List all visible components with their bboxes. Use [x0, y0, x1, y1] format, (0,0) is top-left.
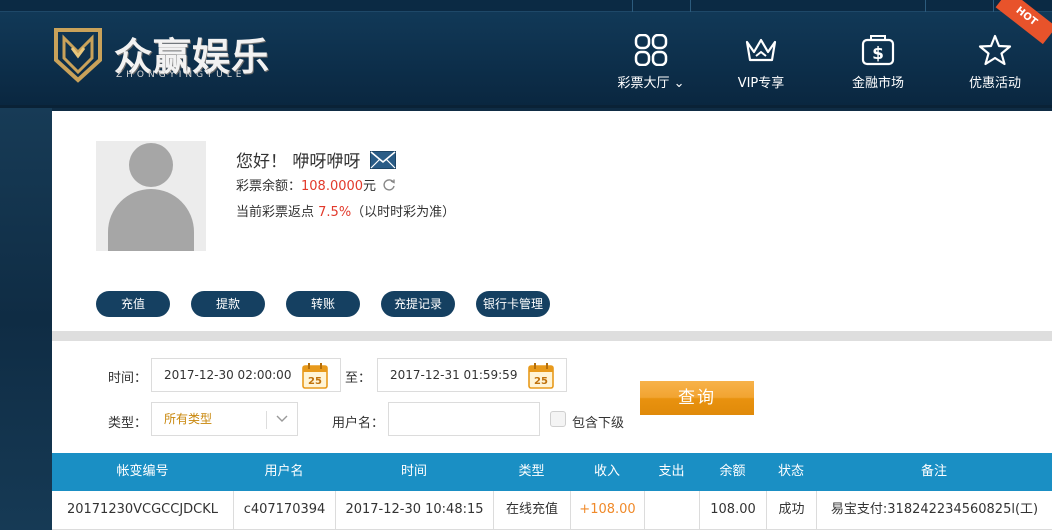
cell-type: 在线充值	[493, 491, 570, 530]
avatar	[96, 141, 206, 251]
transfer-button[interactable]: 转账	[286, 291, 360, 317]
table-row[interactable]: 20171230VCGCCJDCKL c407170394 2017-12-30…	[52, 491, 1052, 530]
query-button[interactable]: 查询	[640, 381, 754, 415]
rebate-label: 当前彩票返点	[236, 205, 319, 220]
divider	[632, 0, 633, 12]
cell-balance: 108.00	[699, 491, 766, 530]
section-divider	[52, 331, 1052, 341]
nav-vip[interactable]: VIP专享	[706, 30, 816, 98]
grid-icon	[634, 34, 668, 66]
cell-username: c407170394	[233, 491, 335, 530]
filter-panel: 时间： 2017-12-30 02:00:00 25 至： 2017-12-31…	[52, 341, 1052, 453]
left-background	[0, 108, 52, 530]
table-header: 帐变编号 用户名 时间 类型 收入 支出 余额 状态 备注	[52, 453, 1052, 491]
refresh-icon[interactable]	[382, 178, 396, 192]
calendar-icon[interactable]: 25	[528, 363, 554, 389]
nav-label: 优惠活动	[968, 76, 1021, 91]
mail-icon[interactable]	[369, 151, 396, 169]
header-top-strip	[0, 0, 1052, 12]
rebate-info: 当前彩票返点 7.5%（以时时彩为准）	[236, 201, 455, 220]
divider	[925, 0, 926, 12]
column-header: 备注	[920, 464, 947, 479]
greeting: 您好！ 咿呀咿呀	[236, 147, 396, 172]
hot-corner: HOT	[992, 0, 1052, 60]
balance-value: 108.0000	[301, 179, 364, 194]
rebate-value: 7.5%	[318, 205, 352, 220]
balance-label: 彩票余额：	[236, 179, 302, 194]
column-header: 时间	[400, 464, 427, 479]
nav-label: 彩票大厅	[617, 76, 670, 91]
cell-transaction-id: 20171230VCGCCJDCKL	[52, 491, 233, 530]
nav-label: VIP专享	[737, 76, 785, 91]
logo-shield-icon	[54, 28, 102, 83]
rebate-note: （以时时彩为准）	[351, 205, 456, 220]
lottery-balance: 彩票余额：108.0000元	[236, 175, 396, 194]
time-label: 时间：	[108, 371, 148, 386]
deposit-button[interactable]: 充值	[96, 291, 170, 317]
include-subordinates-checkbox[interactable]	[550, 411, 566, 427]
cell-remark: 易宝支付:318242234560825l(工)	[816, 491, 1052, 530]
calendar-icon[interactable]: 25	[302, 363, 328, 389]
greeting-text: 您好！ 咿呀咿呀	[236, 152, 361, 172]
calendar-day: 25	[308, 376, 322, 387]
start-time-value: 2017-12-30 02:00:00	[164, 368, 292, 382]
start-time-field[interactable]: 2017-12-30 02:00:00 25	[151, 358, 341, 392]
site-logo[interactable]: 众赢娱乐 ZHONGYINGYULE	[52, 26, 292, 86]
hot-badge: HOT	[995, 0, 1052, 45]
cell-expense	[644, 491, 699, 530]
cell-time: 2017-12-30 10:48:15	[335, 491, 493, 530]
chevron-down-icon: ⌄	[669, 76, 685, 91]
type-label: 类型：	[108, 416, 148, 431]
transactions-table: 帐变编号 用户名 时间 类型 收入 支出 余额 状态 备注 20171230VC…	[52, 453, 1052, 530]
username-label: 用户名：	[332, 416, 385, 431]
to-label: 至：	[345, 371, 372, 386]
deposit-withdraw-records-button[interactable]: 充提记录	[381, 291, 455, 317]
cell-income: +108.00	[570, 491, 644, 530]
username-input[interactable]	[388, 402, 540, 436]
column-header: 余额	[719, 464, 746, 479]
withdraw-button[interactable]: 提款	[191, 291, 265, 317]
end-time-value: 2017-12-31 01:59:59	[390, 368, 518, 382]
nav-finance[interactable]: $ 金融市场	[823, 30, 933, 98]
cell-status: 成功	[766, 491, 816, 530]
svg-text:$: $	[872, 44, 884, 64]
column-header: 状态	[777, 464, 804, 479]
end-time-field[interactable]: 2017-12-31 01:59:59 25	[377, 358, 567, 392]
column-header: 用户名	[264, 464, 304, 479]
crown-icon	[745, 38, 777, 62]
column-header: 收入	[593, 464, 620, 479]
calendar-day: 25	[534, 376, 548, 387]
profile-panel: 您好！ 咿呀咿呀 彩票余额：108.0000元 当前彩票返点 7.5%（以时时彩…	[52, 111, 1052, 331]
type-select-value: 所有类型	[164, 412, 213, 426]
nav-lottery-hall[interactable]: 彩票大厅 ⌄	[596, 30, 706, 98]
column-header: 支出	[658, 464, 685, 479]
bank-card-manage-button[interactable]: 银行卡管理	[476, 291, 550, 317]
brand-subtitle: ZHONGYINGYULE	[116, 70, 246, 80]
column-header: 类型	[518, 464, 545, 479]
include-subordinates-label: 包含下级	[572, 416, 625, 431]
balance-unit: 元	[363, 179, 377, 194]
site-header: 众赢娱乐 ZHONGYINGYULE 彩票大厅 ⌄ VIP专享 $ 金融市场 优…	[0, 0, 1052, 108]
type-select[interactable]: 所有类型	[151, 402, 298, 436]
nav-label: 金融市场	[851, 76, 904, 91]
dollar-bag-icon: $	[861, 35, 895, 66]
divider	[690, 0, 691, 12]
chevron-down-icon	[276, 415, 288, 422]
column-header: 帐变编号	[116, 464, 169, 479]
